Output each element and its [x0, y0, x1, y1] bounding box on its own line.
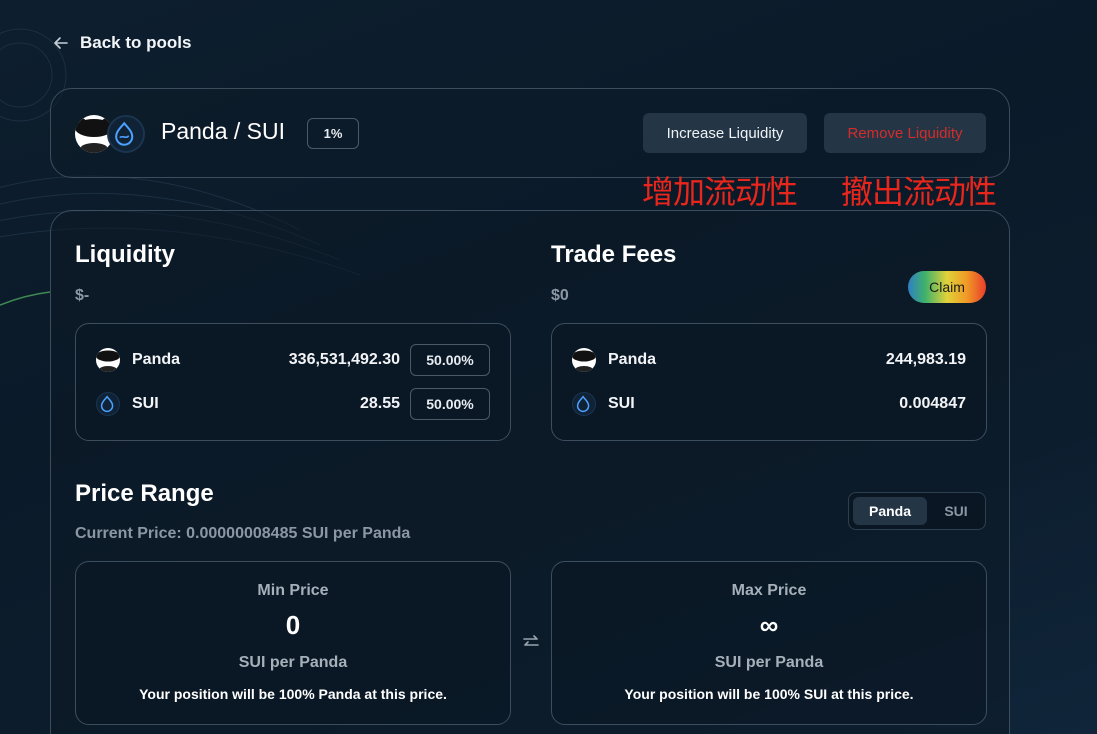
toggle-option-sui[interactable]: SUI — [931, 497, 981, 525]
panda-icon — [572, 348, 596, 372]
token-name: Panda — [132, 351, 181, 368]
list-item: Panda 244,983.19 — [572, 344, 966, 376]
trade-fees-value: $0 — [551, 287, 569, 304]
pool-header-card: Panda / SUI 1% Increase Liquidity Remove… — [50, 88, 1010, 178]
arrow-left-icon — [54, 37, 68, 49]
min-price-value: 0 — [285, 610, 301, 640]
min-price-label: Min Price — [257, 582, 329, 599]
token-name: SUI — [608, 395, 635, 412]
min-price-unit: SUI per Panda — [238, 654, 348, 671]
token-amount: 0.004847 — [899, 395, 966, 412]
liquidity-title: Liquidity — [75, 241, 175, 268]
token-name: SUI — [132, 395, 159, 412]
fee-tier-badge: 1% — [307, 118, 359, 149]
remove-liquidity-button[interactable]: Remove Liquidity — [824, 113, 986, 153]
token-amount: 28.55 — [359, 395, 400, 412]
current-price: Current Price: 0.00000008485 SUI per Pan… — [75, 525, 411, 542]
liquidity-tokens-card: Panda 336,531,492.30 50.00% SUI 28.55 50… — [75, 323, 511, 441]
token-amount: 244,983.19 — [885, 351, 966, 368]
price-range-title: Price Range — [75, 480, 214, 507]
token-pair-icons — [75, 113, 147, 155]
token-name: Panda — [608, 351, 657, 368]
max-price-unit: SUI per Panda — [714, 654, 824, 671]
back-to-pools-label: Back to pools — [80, 33, 192, 52]
position-details-card: Liquidity $- Trade Fees $0 Claim Panda 3… — [50, 210, 1010, 734]
back-to-pools-link[interactable]: Back to pools — [52, 33, 191, 53]
trade-fees-tokens-card: Panda 244,983.19 SUI 0.004847 — [551, 323, 987, 441]
sui-icon — [572, 392, 596, 416]
list-item: Panda 336,531,492.30 50.00% — [96, 344, 490, 376]
pool-title: Panda / SUI — [161, 118, 286, 144]
liquidity-value: $- — [75, 287, 90, 304]
max-price-value: ∞ — [759, 610, 779, 640]
min-price-card: Min Price 0 SUI per Panda Your position … — [75, 561, 511, 725]
max-price-card: Max Price ∞ SUI per Panda Your position … — [551, 561, 987, 725]
token-share-badge: 50.00% — [410, 388, 490, 420]
min-price-note: Your position will be 100% Panda at this… — [139, 686, 447, 702]
token-share-badge: 50.00% — [410, 344, 490, 376]
toggle-option-panda[interactable]: Panda — [853, 497, 927, 525]
trade-fees-title: Trade Fees — [551, 241, 677, 268]
max-price-note: Your position will be 100% SUI at this p… — [624, 686, 914, 702]
max-price-label: Max Price — [731, 582, 807, 599]
remove-liquidity-annotation: 撤出流动性 — [841, 173, 997, 211]
price-unit-toggle: Panda SUI — [848, 492, 986, 530]
list-item: SUI 28.55 50.00% — [96, 388, 490, 420]
claim-button[interactable]: Claim — [908, 271, 986, 303]
increase-liquidity-button[interactable]: Increase Liquidity — [643, 113, 807, 153]
sui-icon — [107, 115, 145, 153]
increase-liquidity-annotation: 增加流动性 — [642, 173, 798, 211]
sui-icon — [96, 392, 120, 416]
panda-icon — [96, 348, 120, 372]
list-item: SUI 0.004847 — [572, 388, 966, 420]
swap-arrows-icon[interactable] — [520, 631, 542, 653]
token-amount: 336,531,492.30 — [288, 351, 400, 368]
